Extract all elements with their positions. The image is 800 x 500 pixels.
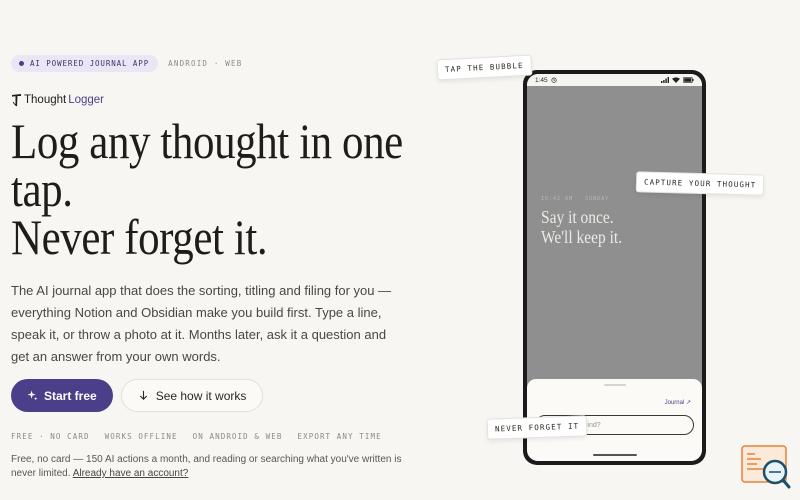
journal-link[interactable]: Journal ↗ — [665, 399, 691, 406]
logo-text-thought: Thought — [24, 94, 67, 106]
callout-capture-your-thought: CAPTURE YOUR THOUGHT — [635, 171, 765, 196]
ai-badge: AI POWERED JOURNAL APP — [11, 55, 159, 72]
signal-icon — [661, 77, 669, 83]
start-free-label: Start free — [44, 388, 97, 403]
entry-line-2: We'll keep it. — [541, 227, 623, 247]
alarm-icon — [551, 77, 557, 83]
feature-item: WORKS OFFLINE — [104, 432, 178, 441]
phone-mockup: 1:45 10:42 AM · SUNDAY Say it once. We'l… — [523, 70, 706, 465]
quill-logo-icon — [12, 94, 21, 107]
status-time: 1:45 — [535, 76, 548, 84]
dot-icon — [19, 61, 24, 66]
start-free-button[interactable]: Start free — [11, 379, 113, 412]
entry-timestamp: 10:42 AM · SUNDAY — [541, 196, 610, 202]
phone-screen: 1:45 10:42 AM · SUNDAY Say it once. We'l… — [527, 74, 702, 461]
platforms-label: ANDROID · WEB — [168, 59, 243, 68]
phone-status-bar: 1:45 — [527, 74, 702, 86]
sparkle-icon — [27, 390, 38, 401]
search-widget-icon[interactable] — [741, 445, 791, 489]
feature-item: ON ANDROID & WEB — [192, 432, 283, 441]
hero-description: The AI journal app that does the sorting… — [11, 283, 392, 364]
hero-headline: Log any thought in one tap. Never forget… — [11, 113, 403, 265]
callout-tap-the-bubble: TAP THE BUBBLE — [436, 54, 533, 81]
battery-icon — [683, 77, 694, 83]
cta-row: Start free See how it works — [11, 379, 264, 412]
see-how-it-works-button[interactable]: See how it works — [120, 379, 264, 412]
hero-badge-row: AI POWERED JOURNAL APP ANDROID · WEB — [11, 55, 242, 72]
wifi-icon — [672, 77, 680, 83]
headline-line-1: Log any thought in one — [11, 113, 403, 169]
home-indicator — [592, 454, 637, 456]
see-how-it-works-label: See how it works — [155, 388, 247, 403]
logo[interactable]: Thought Logger — [11, 93, 104, 107]
sheet-handle[interactable] — [603, 384, 626, 386]
feature-item: EXPORT ANY TIME — [297, 432, 382, 441]
logo-text-logger: Logger — [68, 94, 105, 106]
headline-line-2: tap. — [11, 161, 73, 217]
feature-item: FREE · NO CARD — [11, 432, 90, 441]
pricing-note: Free, no card — 150 AI actions a month, … — [11, 453, 406, 481]
entry-line-1: Say it once. — [541, 207, 614, 227]
arrow-down-icon — [139, 390, 147, 400]
sign-in-link[interactable]: Already have an account? — [73, 468, 189, 479]
badge-label: AI POWERED JOURNAL APP — [30, 59, 150, 68]
entry-text: Say it once. We'll keep it. — [541, 207, 622, 247]
headline-line-3: Never forget it. — [11, 209, 268, 265]
pricing-note-text: Free, no card — 150 AI actions a month, … — [11, 454, 402, 479]
feature-list: FREE · NO CARD WORKS OFFLINE ON ANDROID … — [11, 432, 382, 441]
callout-never-forget-it: NEVER FORGET IT — [486, 415, 588, 440]
